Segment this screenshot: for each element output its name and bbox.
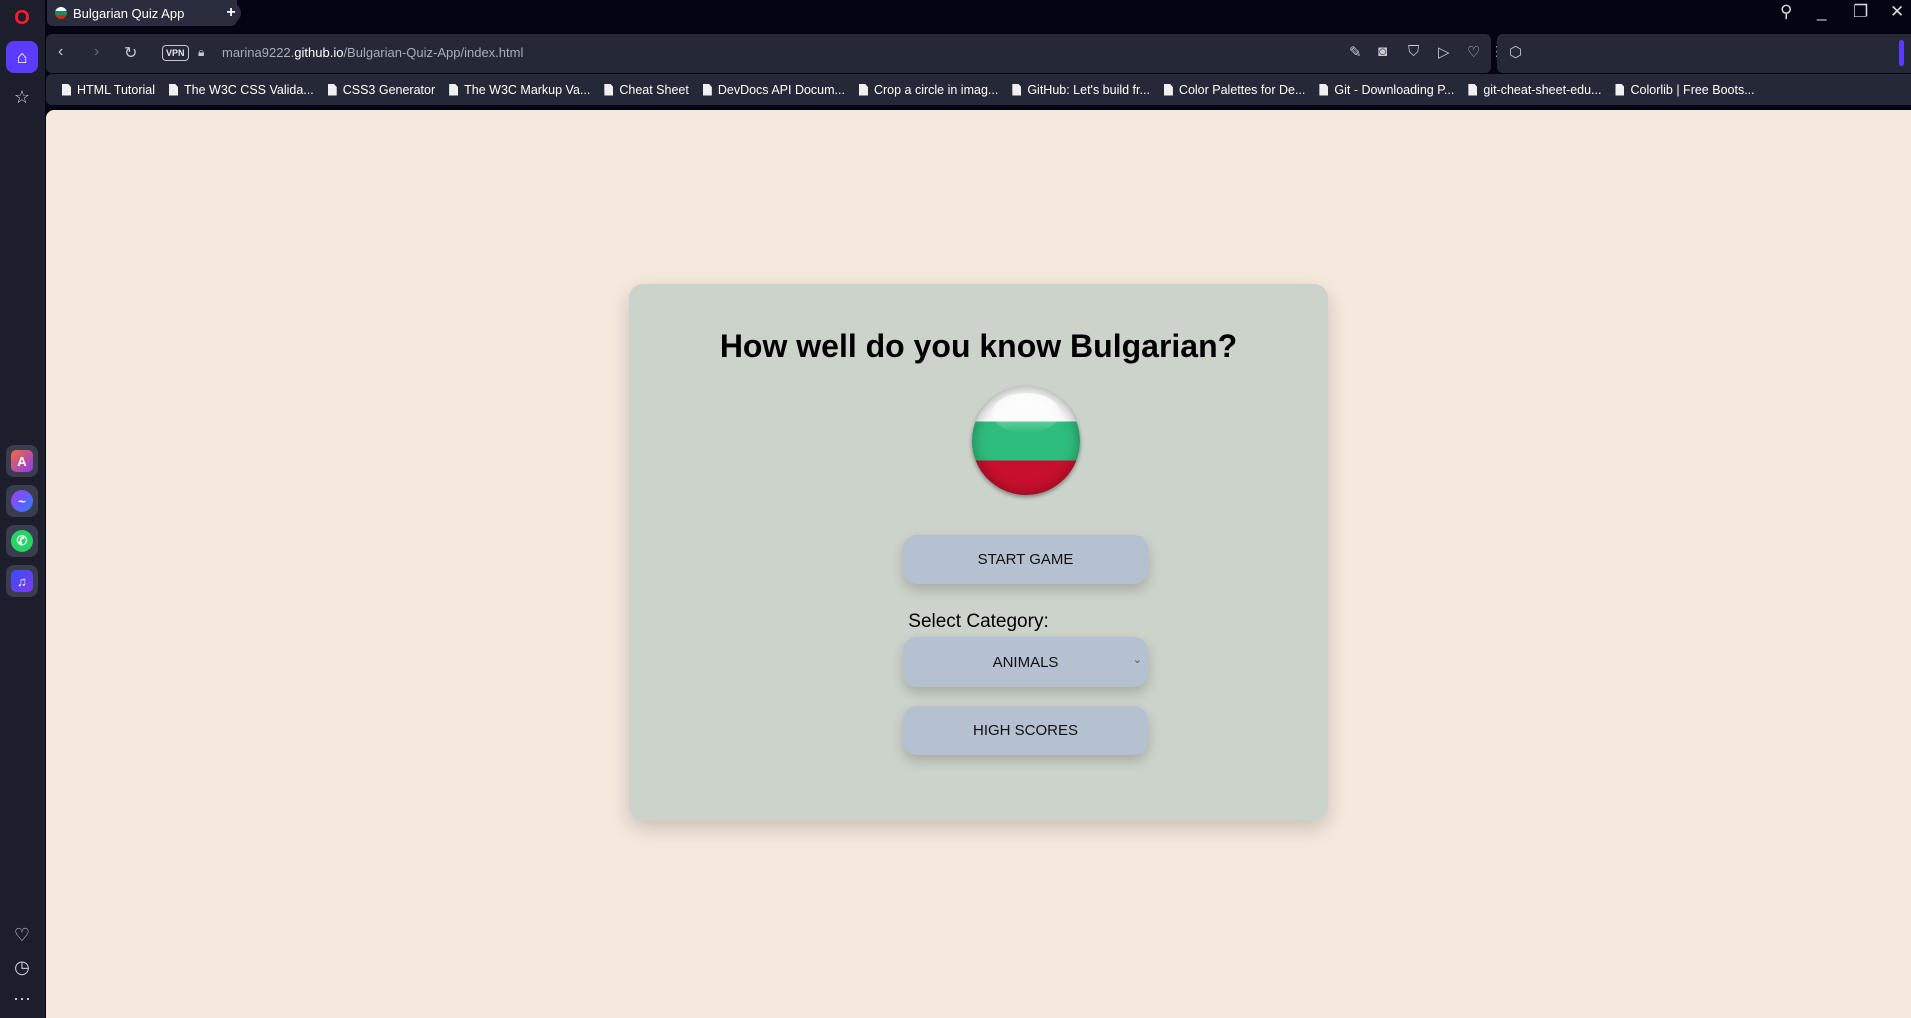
search-icon[interactable]: ⚲: [1780, 2, 1792, 22]
bookmarks-bar: HTML Tutorial The W3C CSS Valida... CSS3…: [46, 74, 1911, 105]
bookmark[interactable]: Crop a circle in imag...: [858, 82, 999, 97]
bookmark[interactable]: Cheat Sheet: [604, 83, 689, 97]
aria-app-icon[interactable]: A: [6, 445, 38, 477]
page-icon: [858, 83, 868, 96]
music-player-icon[interactable]: ♫: [6, 565, 38, 597]
favicon-flag-icon: [55, 7, 67, 19]
bookmark[interactable]: Git - Downloading P...: [1319, 83, 1454, 97]
bookmark[interactable]: CSS3 Generator: [327, 82, 436, 97]
page-icon: [1012, 83, 1022, 96]
bookmark-label: The W3C CSS Valida...: [184, 82, 314, 97]
lock-icon[interactable]: 🔒︎: [198, 45, 204, 60]
bookmark[interactable]: Color Palettes for De...: [1163, 82, 1306, 97]
home-icon[interactable]: ⌂: [6, 41, 38, 73]
restore-button[interactable]: ❐: [1853, 2, 1868, 22]
start-game-button[interactable]: START GAME: [903, 535, 1148, 584]
bookmark-label: HTML Tutorial: [77, 82, 156, 97]
bookmark-label: GitHub: Let's build fr...: [1027, 82, 1150, 97]
browser-sidebar: O ⌂ ☆ A ~ ✆ ♫ ♡ ◷ ⋯: [0, 0, 45, 1018]
url-path: /Bulgarian-Quiz-App/index.html: [343, 45, 524, 60]
category-select[interactable]: ANIMALS ⌄: [903, 637, 1148, 687]
tab-title: Bulgarian Quiz App: [73, 5, 185, 21]
page-icon: [1615, 83, 1625, 96]
edit-icon[interactable]: ✎: [1349, 43, 1362, 61]
tab-bulgarian-quiz[interactable]: Bulgarian Quiz App: [47, 0, 237, 26]
category-selected-value: ANIMALS: [992, 653, 1059, 671]
vpn-badge[interactable]: VPN: [162, 45, 189, 61]
minimize-button[interactable]: _: [1817, 2, 1826, 22]
bookmark[interactable]: GitHub: Let's build fr...: [1012, 83, 1150, 97]
favorite-heart-icon[interactable]: ♡: [1467, 43, 1480, 61]
bookmark-label: git-cheat-sheet-edu...: [1483, 82, 1602, 97]
extensions-cube-icon[interactable]: ⬡: [1509, 43, 1522, 61]
history-clock-icon[interactable]: ◷: [6, 951, 38, 983]
bookmark[interactable]: The W3C Markup Va...: [449, 83, 590, 97]
url-host-prefix: marina9222.: [222, 45, 295, 60]
back-icon[interactable]: ‹: [58, 43, 63, 61]
bookmark-label: CSS3 Generator: [342, 82, 436, 97]
bookmark-label: Crop a circle in imag...: [873, 82, 999, 97]
bookmark-label: Colorlib | Free Boots...: [1630, 82, 1755, 97]
bookmark[interactable]: The W3C CSS Valida...: [169, 83, 314, 97]
high-scores-button[interactable]: HIGH SCORES: [903, 706, 1148, 755]
url-field[interactable]: marina9222.github.io/Bulgarian-Quiz-App/…: [222, 45, 523, 60]
page-icon: [327, 83, 337, 96]
accent-indicator: [1899, 40, 1904, 66]
opera-logo-icon[interactable]: O: [6, 2, 38, 34]
page-icon: [1319, 83, 1329, 96]
bookmark-label: Color Palettes for De...: [1178, 82, 1306, 97]
bookmark-label: Cheat Sheet: [619, 82, 689, 97]
page-icon: [449, 83, 459, 96]
play-icon[interactable]: ▷: [1438, 43, 1450, 61]
bookmark-label: Git - Downloading P...: [1334, 82, 1455, 97]
extensions-area: ⬡: [1497, 34, 1911, 73]
page-viewport: How well do you know Bulgarian? START GA…: [46, 110, 1911, 1018]
shield-icon[interactable]: ⛉: [1408, 43, 1419, 60]
bulgarian-flag-image: [972, 387, 1080, 495]
bookmark[interactable]: DevDocs API Docum...: [702, 82, 845, 97]
whatsapp-icon[interactable]: ✆: [6, 525, 38, 557]
bookmark-label: The W3C Markup Va...: [464, 82, 591, 97]
url-host-domain: github.io: [294, 45, 344, 60]
chevron-down-icon: ⌄: [1132, 654, 1142, 666]
camera-icon[interactable]: ◙: [1378, 43, 1387, 60]
bookmark[interactable]: HTML Tutorial: [62, 83, 155, 97]
forward-icon[interactable]: ›: [94, 43, 99, 61]
more-dots-icon[interactable]: ⋯: [6, 983, 38, 1015]
star-icon[interactable]: ☆: [6, 81, 38, 113]
page-icon: [169, 83, 179, 96]
page-icon: [702, 83, 712, 96]
heart-icon[interactable]: ♡: [6, 919, 38, 951]
quiz-card: How well do you know Bulgarian? START GA…: [629, 284, 1328, 820]
close-button[interactable]: ✕: [1890, 2, 1904, 22]
page-icon: [62, 83, 71, 96]
page-icon: [604, 83, 614, 96]
new-tab-button[interactable]: +: [221, 3, 241, 23]
category-label: Select Category:: [908, 611, 1049, 632]
messenger-icon[interactable]: ~: [6, 485, 38, 517]
page-icon: [1163, 83, 1173, 96]
page-title: How well do you know Bulgarian?: [719, 328, 1238, 364]
bookmark[interactable]: git-cheat-sheet-edu...: [1468, 83, 1601, 97]
reload-icon[interactable]: ↻: [124, 43, 137, 63]
tab-bar: Bulgarian Quiz App + ⚲ _ ❐ ✕: [45, 0, 1911, 34]
address-bar: ‹ › ↻ VPN 🔒︎ marina9222.github.io/Bulgar…: [46, 34, 1541, 73]
bookmark-label: DevDocs API Docum...: [717, 82, 845, 97]
page-icon: [1468, 83, 1478, 96]
bookmark[interactable]: Colorlib | Free Boots...: [1615, 82, 1755, 97]
